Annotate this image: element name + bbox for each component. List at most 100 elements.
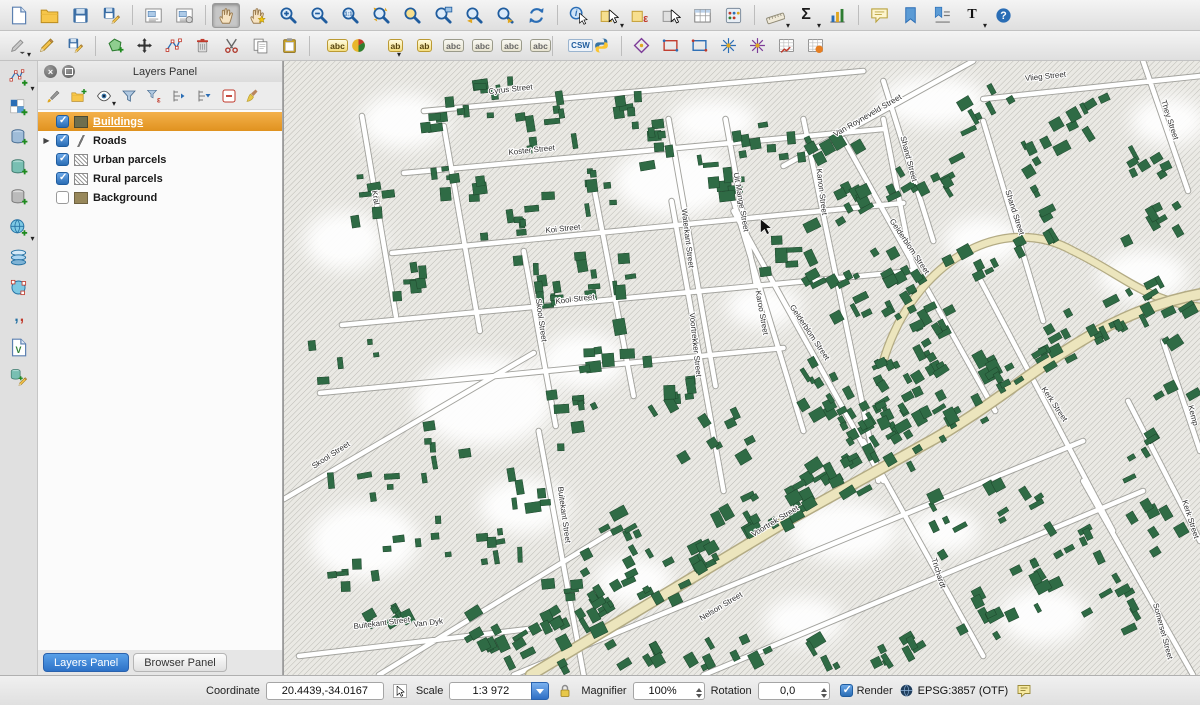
save-project-as-button[interactable]: [97, 3, 125, 28]
open-attribute-table-button[interactable]: [688, 3, 716, 28]
new-shapefile-button[interactable]: [4, 334, 34, 361]
remove-layer-button[interactable]: [217, 85, 240, 106]
toggle-editing-button[interactable]: [33, 34, 59, 57]
zoom-in-button[interactable]: [274, 3, 302, 28]
float-panel-button[interactable]: [62, 65, 75, 78]
add-group-button[interactable]: [67, 85, 90, 106]
digitize-rectangle-extent-button[interactable]: [686, 34, 712, 57]
rotation-input[interactable]: [758, 682, 830, 700]
layer-expander-icon[interactable]: [42, 136, 51, 145]
composer-manager-button[interactable]: [170, 3, 198, 28]
diagram-options-button[interactable]: [345, 34, 371, 57]
identify-features-button[interactable]: [564, 3, 592, 28]
open-layer-styling-button[interactable]: [42, 85, 65, 106]
delete-selected-button[interactable]: [189, 34, 215, 57]
layer-row-background[interactable]: Background: [38, 188, 282, 207]
deselect-all-button[interactable]: [657, 3, 685, 28]
close-panel-button[interactable]: [44, 65, 57, 78]
rotation-spin-buttons[interactable]: [821, 685, 827, 701]
digitize-rectangle-button[interactable]: [657, 34, 683, 57]
layer-row-urban-parcels[interactable]: Urban parcels: [38, 150, 282, 169]
zoom-out-button[interactable]: [305, 3, 333, 28]
layer-row-rural-parcels[interactable]: Rural parcels: [38, 169, 282, 188]
zoom-full-button[interactable]: [367, 3, 395, 28]
construction-tools-button[interactable]: [744, 34, 770, 57]
select-by-expression-button[interactable]: [626, 3, 654, 28]
save-project-button[interactable]: [66, 3, 94, 28]
open-project-button[interactable]: [35, 3, 63, 28]
refresh-map-button[interactable]: [522, 3, 550, 28]
paste-features-button[interactable]: [276, 34, 302, 57]
map-tips-button[interactable]: [865, 3, 893, 28]
filter-by-expression-button[interactable]: [142, 85, 165, 106]
collapse-all-button[interactable]: [192, 85, 215, 106]
expand-all-button[interactable]: [167, 85, 190, 106]
measure-button[interactable]: [761, 3, 789, 28]
plugin-table-button[interactable]: [802, 34, 828, 57]
cut-features-button[interactable]: [218, 34, 244, 57]
mouse-extent-toggle-button[interactable]: [390, 681, 410, 701]
add-delimited-text-button[interactable]: [4, 304, 34, 331]
rotate-label-button[interactable]: abc: [490, 34, 516, 57]
tab-browser-panel[interactable]: Browser Panel: [133, 653, 227, 672]
cad-input-button[interactable]: [715, 34, 741, 57]
messages-button[interactable]: [1014, 681, 1034, 701]
copy-features-button[interactable]: [247, 34, 273, 57]
layer-visibility-checkbox[interactable]: [56, 115, 69, 128]
save-layer-edits-button[interactable]: [62, 34, 88, 57]
render-checkbox[interactable]: [840, 684, 853, 697]
metasearch-button[interactable]: CSW: [559, 34, 585, 57]
zoom-next-button[interactable]: [491, 3, 519, 28]
move-label-button[interactable]: abc: [461, 34, 487, 57]
new-print-composer-button[interactable]: [139, 3, 167, 28]
scale-input[interactable]: [449, 682, 531, 700]
zoom-native-button[interactable]: [336, 3, 364, 28]
labeling-button[interactable]: abc: [316, 34, 342, 57]
pan-map-button[interactable]: [212, 3, 240, 28]
add-raster-layer-button[interactable]: [4, 94, 34, 121]
new-spatialite-layer-button[interactable]: [4, 364, 34, 391]
layer-row-roads[interactable]: Roads: [38, 131, 282, 150]
zoom-to-layer-button[interactable]: [429, 3, 457, 28]
add-vector-layer-button[interactable]: [4, 64, 34, 91]
magnifier-spin-buttons[interactable]: [696, 685, 702, 701]
help-button[interactable]: [989, 3, 1017, 28]
show-hide-labels-button[interactable]: abc: [432, 34, 458, 57]
clean-style-button[interactable]: [242, 85, 265, 106]
python-console-button[interactable]: [588, 34, 614, 57]
geometry-checker-button[interactable]: [628, 34, 654, 57]
node-tool-button[interactable]: [160, 34, 186, 57]
layer-visibility-checkbox[interactable]: [56, 191, 69, 204]
add-postgis-layer-button[interactable]: [4, 124, 34, 151]
add-mssql-layer-button[interactable]: [4, 184, 34, 211]
pin-labels-button[interactable]: ab: [374, 34, 400, 57]
move-feature-button[interactable]: [131, 34, 157, 57]
scale-dropdown-arrow[interactable]: [531, 682, 549, 700]
pan-to-selection-button[interactable]: [243, 3, 271, 28]
layer-visibility-checkbox[interactable]: [56, 172, 69, 185]
layer-visibility-checkbox[interactable]: [56, 153, 69, 166]
coordinate-input[interactable]: [266, 682, 384, 700]
field-calculator-button[interactable]: [719, 3, 747, 28]
add-spatialite-layer-button[interactable]: [4, 154, 34, 181]
magnifier-input[interactable]: [633, 682, 705, 700]
crs-button[interactable]: EPSG:3857 (OTF): [899, 683, 1008, 698]
sum-features-button[interactable]: Σ: [792, 3, 820, 28]
change-label-button[interactable]: abc: [519, 34, 545, 57]
manage-visibility-button[interactable]: [92, 85, 115, 106]
layer-visibility-checkbox[interactable]: [56, 134, 69, 147]
filter-legend-button[interactable]: [117, 85, 140, 106]
current-edits-button[interactable]: [4, 34, 30, 57]
tab-layers-panel[interactable]: Layers Panel: [43, 653, 129, 672]
scale-lock-button[interactable]: [555, 681, 575, 701]
attribute-grid-button[interactable]: [773, 34, 799, 57]
zoom-last-button[interactable]: [460, 3, 488, 28]
add-feature-button[interactable]: [102, 34, 128, 57]
add-wms-layer-button[interactable]: [4, 214, 34, 241]
select-features-button[interactable]: [595, 3, 623, 28]
zoom-to-selection-button[interactable]: [398, 3, 426, 28]
show-bookmarks-button[interactable]: [927, 3, 955, 28]
text-annotation-button[interactable]: T: [958, 3, 986, 28]
add-wcs-layer-button[interactable]: [4, 244, 34, 271]
new-project-button[interactable]: [4, 3, 32, 28]
